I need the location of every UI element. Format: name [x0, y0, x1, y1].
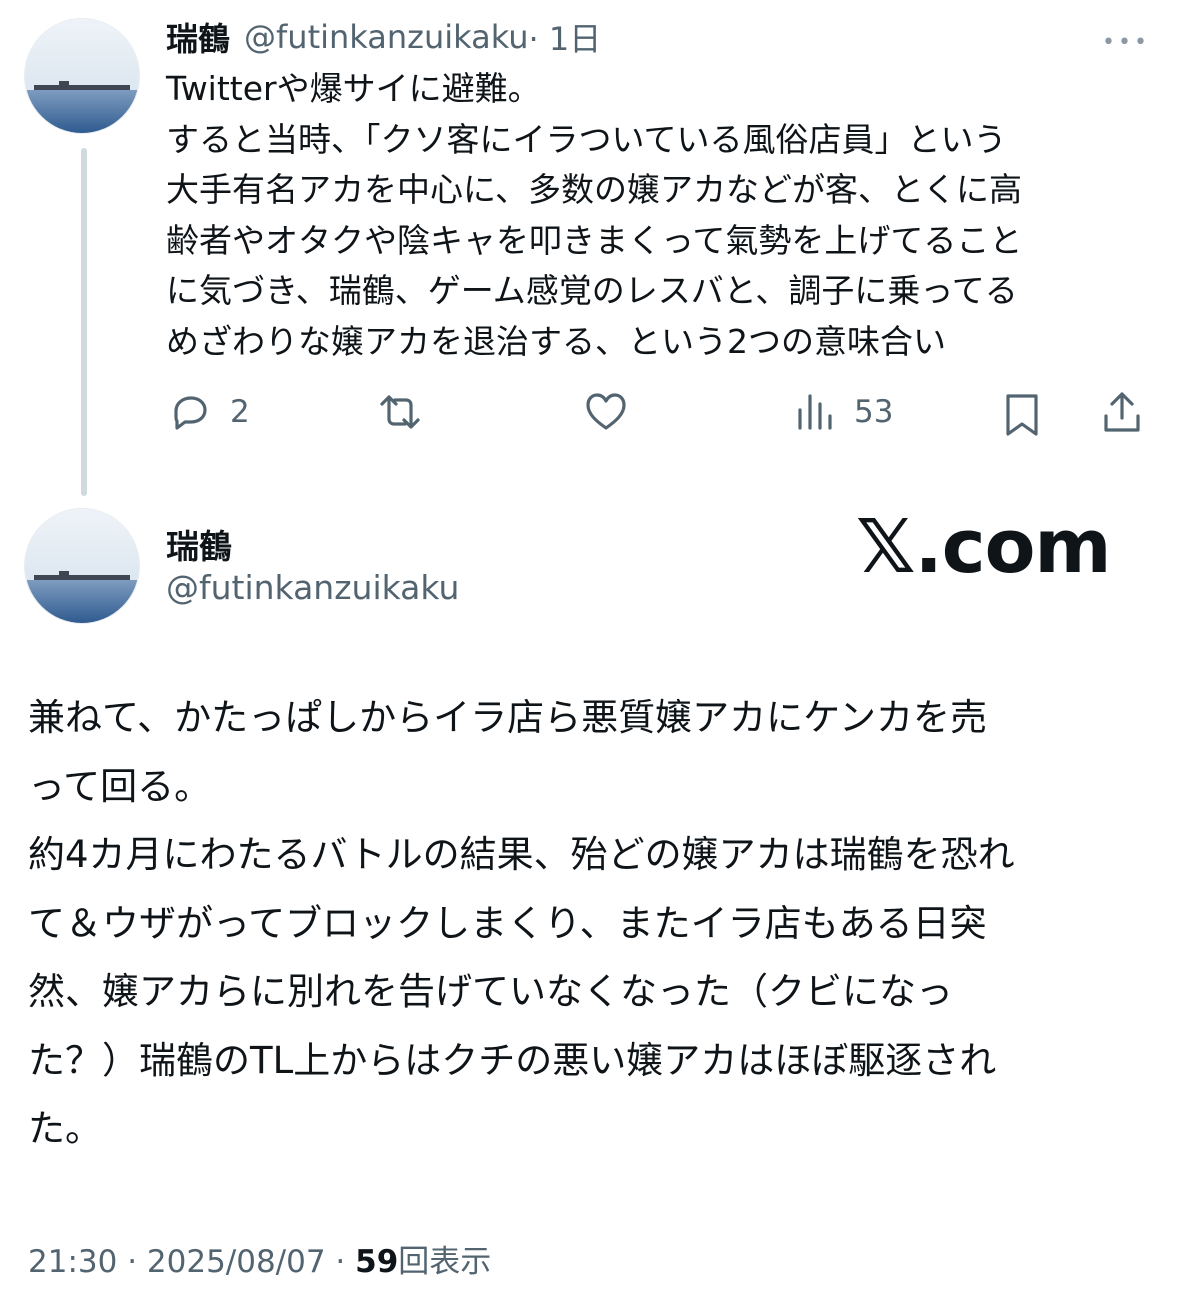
tweet-timestamp[interactable]: 21:30 · 2025/08/07 · — [28, 1244, 355, 1280]
retweet-button[interactable] — [372, 388, 428, 436]
view-label: 回表示 — [398, 1244, 492, 1280]
author-handle[interactable]: @futinkanzuikaku — [244, 18, 529, 56]
retweet-icon — [380, 395, 420, 429]
reply-button[interactable]: 2 — [166, 388, 250, 436]
tweet-text-line: 兼ねて、かたっぱしからイラ店ら悪質嬢アカにケンカを売 — [28, 696, 988, 739]
author-name[interactable]: 瑞鶴 — [166, 520, 232, 568]
more-icon[interactable]: ••• — [1102, 30, 1150, 55]
author-handle[interactable]: @futinkanzuikaku — [166, 568, 459, 607]
views-icon — [798, 394, 832, 430]
share-button[interactable] — [1098, 386, 1146, 438]
views-button[interactable]: 53 — [792, 388, 893, 436]
avatar[interactable] — [24, 508, 140, 624]
reply-icon — [174, 396, 207, 430]
tweet-text-line: 齢者やオタクや陰キャを叩きまくって氣勢を上げてること — [166, 220, 1023, 260]
bookmark-icon — [1006, 394, 1038, 436]
tweet-text-line: た。 — [28, 1107, 102, 1150]
tweet-text-line: 大手有名アカを中心に、多数の嬢アカなどが客、とくに高 — [166, 170, 1023, 209]
like-button[interactable] — [582, 388, 630, 436]
tweet-time[interactable]: · 1日 — [529, 14, 602, 60]
tweet-text-line: 約4カ月にわたるバトルの結果、殆どの嬢アカは瑞鶴を恐れ — [28, 833, 1015, 876]
tweet-text-line: に気づき、瑞鶴、ゲーム感覚のレスバと、調子に乗ってる — [166, 271, 1018, 310]
tweet-text-line: 然、嬢アカらに別れを告げていなくなった（クビになっ — [28, 970, 953, 1013]
tweet-header: 瑞鶴 @futinkanzuikaku · 1日 — [166, 16, 601, 58]
like-icon — [586, 393, 626, 430]
tweet-text-line: Twitterや爆サイに避難。 — [166, 69, 541, 108]
view-count[interactable]: 59 — [355, 1244, 398, 1280]
avatar[interactable] — [24, 18, 140, 134]
xcom-watermark: 𝕏.com — [856, 504, 1112, 590]
tweet-text-line: って回る。 — [28, 764, 212, 808]
tweet-text: Twitterや爆サイに避難。 すると当時、「クソ客にイラついている風俗店員」と… — [166, 64, 1126, 367]
tweet-text-line: て＆ウザがってブロックしまくり、またイラ店もある日突 — [28, 901, 987, 945]
thread-connector-line — [81, 148, 87, 496]
bookmark-button[interactable] — [998, 388, 1046, 440]
share-icon — [1104, 392, 1140, 432]
views-count: 53 — [854, 394, 894, 430]
tweet-meta: 21:30 · 2025/08/07 · 59回表示 — [28, 1236, 491, 1281]
tweet-text-line: すると当時、「クソ客にイラついている風俗店員」という — [166, 119, 1007, 159]
author-name[interactable]: 瑞鶴 — [166, 14, 230, 60]
tweet-text: 兼ねて、かたっぱしからイラ店ら悪質嬢アカにケンカを売 って回る。 約4カ月にわた… — [28, 684, 1158, 1164]
tweet-text-line: た？）瑞鶴のTL上からはクチの悪い嬢アカはほぼ駆逐され — [28, 1038, 997, 1082]
tweet-text-line: めざわりな嬢アカを退治する、という2つの意味合い — [166, 321, 946, 361]
reply-count: 2 — [230, 394, 250, 430]
